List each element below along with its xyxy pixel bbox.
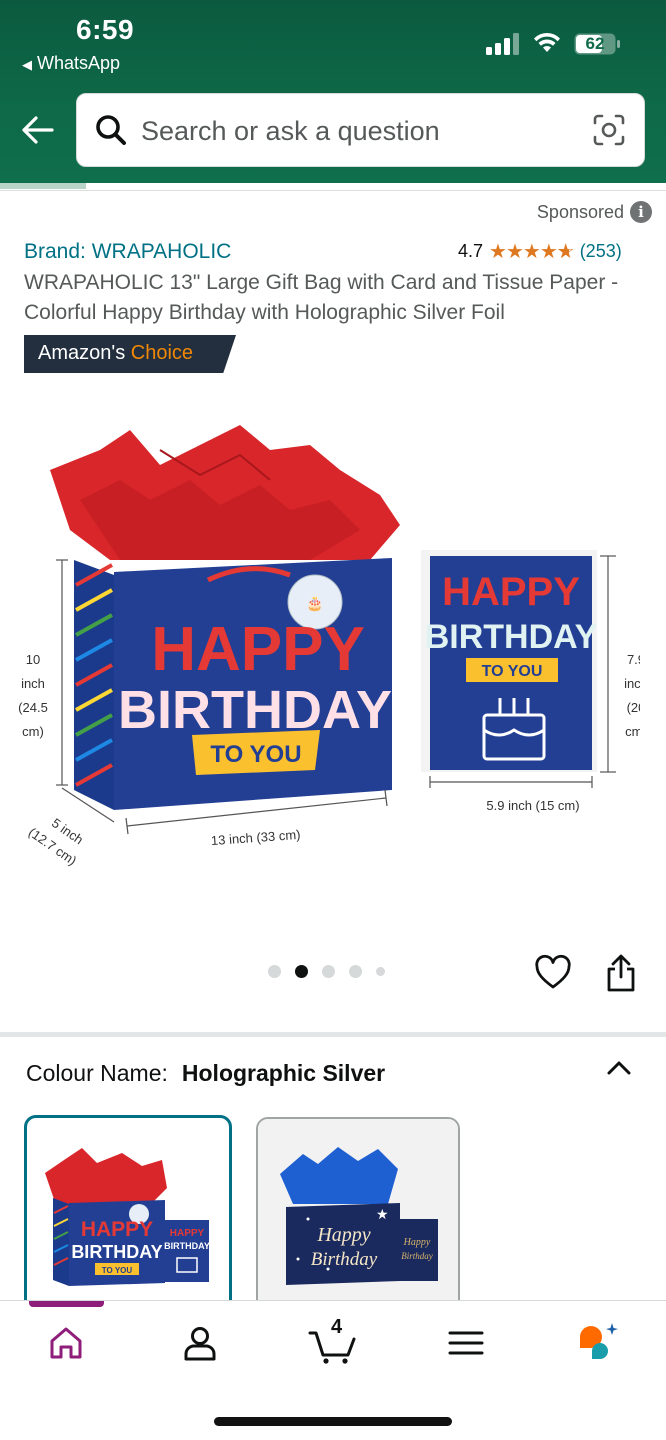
carousel-dot[interactable] xyxy=(268,965,281,978)
dim-height-l4: cm) xyxy=(22,724,44,739)
card-height-l3: (20 xyxy=(627,700,640,715)
dim-width: 13 inch (33 cm) xyxy=(210,827,300,848)
swatch2-text-birthday: Birthday xyxy=(311,1249,378,1270)
badge-suffix: Choice xyxy=(130,342,194,364)
rating-summary[interactable]: 4.7 ★★★★☆ ★ (253) xyxy=(458,239,622,264)
cart-count-badge: 4 xyxy=(331,1316,343,1338)
star-rating-icon: ★★★★☆ ★ xyxy=(489,241,575,263)
back-app-label: WhatsApp xyxy=(37,53,121,73)
bag-text-toyou: TO YOU xyxy=(210,741,301,768)
heart-icon[interactable] xyxy=(534,954,572,992)
camera-scan-icon[interactable] xyxy=(592,113,626,147)
swatch-text-birthday: BIRTHDAY xyxy=(71,1242,162,1262)
colour-label: Colour Name: xyxy=(26,1060,168,1086)
colour-swatch-blue-stars[interactable]: ★ Happy Birthday Happy Birthday xyxy=(256,1117,460,1317)
sponsored-label[interactable]: Sponsored i xyxy=(537,201,652,223)
active-tab-indicator xyxy=(29,1301,104,1307)
bag-text-happy: HAPPY xyxy=(151,615,365,684)
swatch-text-toyou: TO YOU xyxy=(102,1266,133,1275)
tag-cake-icon: 🎂 xyxy=(306,594,323,612)
status-time: 6:59 xyxy=(76,14,135,45)
cellular-signal-icon xyxy=(486,33,519,55)
carousel-dot[interactable] xyxy=(376,967,385,976)
swatch2-card-birthday: Birthday xyxy=(401,1251,433,1261)
product-title[interactable]: WRAPAHOLIC 13" Large Gift Bag with Card … xyxy=(24,268,644,328)
chevron-up-icon[interactable] xyxy=(604,1056,634,1080)
app-header: 6:59 ◀ WhatsApp 62 Search or ask a questi… xyxy=(0,0,666,183)
account-icon[interactable] xyxy=(178,1321,222,1365)
card-text-toyou: TO YOU xyxy=(482,663,543,680)
brand-link[interactable]: Brand: WRAPAHOLIC xyxy=(24,240,231,264)
back-triangle-icon: ◀ xyxy=(22,57,32,72)
thumbnail-preview xyxy=(0,183,86,189)
battery-level: 62 xyxy=(585,34,605,53)
swatch2-text-happy: Happy xyxy=(316,1224,370,1246)
card-width: 5.9 inch (15 cm) xyxy=(486,798,579,813)
colour-value: Holographic Silver xyxy=(181,1060,386,1086)
card-height-l4: cm) xyxy=(625,724,640,739)
section-divider xyxy=(0,1032,666,1037)
swatch-image: ★ Happy Birthday Happy Birthday xyxy=(258,1119,458,1315)
image-carousel-dots[interactable] xyxy=(268,965,385,978)
swatch-star-icon: ★ xyxy=(376,1207,389,1223)
amazons-choice-badge: Amazon's Choice xyxy=(24,335,236,373)
search-icon xyxy=(96,115,126,145)
swatch-card-happy: HAPPY xyxy=(170,1228,205,1239)
colour-selector-label: Colour Name: Holographic Silver xyxy=(26,1060,385,1087)
search-bar[interactable]: Search or ask a question xyxy=(76,93,645,167)
home-icon[interactable] xyxy=(44,1321,88,1365)
card-text-birthday: BIRTHDAY xyxy=(425,618,598,656)
dim-height-l3: (24.5 xyxy=(18,700,48,715)
card-text-happy: HAPPY xyxy=(442,570,580,614)
product-image[interactable]: 🎂 HAPPY BIRTHDAY TO YOU HAPPY BIRTHDAY T… xyxy=(10,410,640,880)
colour-swatch-holographic-silver[interactable]: HAPPY BIRTHDAY TO YOU HAPPY BIRTHDAY xyxy=(24,1115,232,1315)
review-count: (253) xyxy=(579,241,622,261)
carousel-dot[interactable] xyxy=(322,965,335,978)
card-height-l1: 7.9 xyxy=(627,652,640,667)
swatch-text-happy: HAPPY xyxy=(81,1218,153,1241)
rufus-assistant-icon[interactable] xyxy=(576,1321,620,1365)
tissue-paper xyxy=(50,425,400,560)
swatch-card-birthday: BIRTHDAY xyxy=(164,1241,210,1251)
card-height-l2: inch xyxy=(624,676,640,691)
dim-height-l1: 10 xyxy=(26,652,40,667)
back-arrow-icon[interactable] xyxy=(18,110,58,150)
carousel-dot-active[interactable] xyxy=(295,965,308,978)
battery-icon: 62 xyxy=(574,33,620,55)
bag-text-birthday: BIRTHDAY xyxy=(118,680,392,740)
badge-prefix: Amazon's xyxy=(38,342,126,364)
sponsored-text: Sponsored xyxy=(536,201,624,222)
share-icon[interactable] xyxy=(604,953,638,993)
info-icon[interactable]: i xyxy=(630,201,652,223)
back-to-app-link[interactable]: ◀ WhatsApp xyxy=(22,53,120,74)
wifi-icon xyxy=(534,32,560,52)
home-indicator xyxy=(214,1417,452,1426)
menu-icon[interactable] xyxy=(444,1321,488,1365)
rating-value: 4.7 xyxy=(458,241,484,261)
dim-height-l2: inch xyxy=(21,676,45,691)
thumbnail-strip xyxy=(0,183,666,191)
swatch2-card-happy: Happy xyxy=(403,1237,431,1248)
swatch-image: HAPPY BIRTHDAY TO YOU HAPPY BIRTHDAY xyxy=(45,1148,210,1286)
carousel-dot[interactable] xyxy=(349,965,362,978)
search-input[interactable]: Search or ask a question xyxy=(141,116,440,147)
